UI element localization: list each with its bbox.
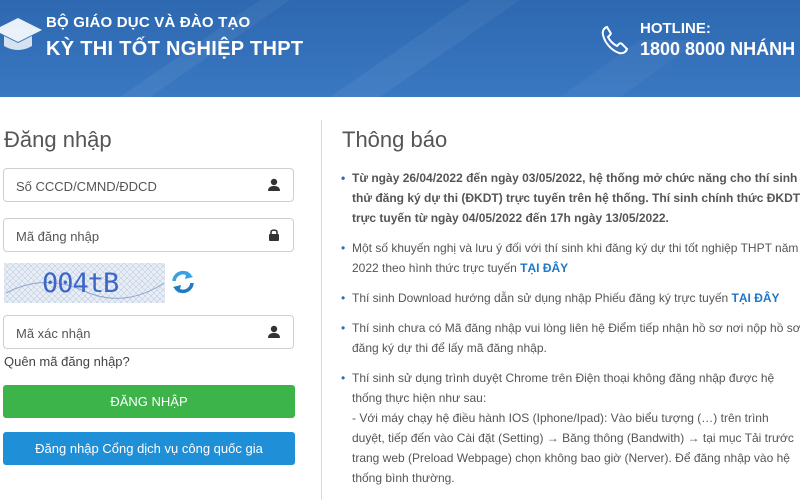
- ministry-name: BỘ GIÁO DỤC VÀ ĐÀO TẠO: [46, 14, 251, 31]
- notice-item: Thí sinh sử dụng trình duyệt Chrome trên…: [338, 368, 800, 488]
- notice-text: Từ ngày 26/04/2022 đến ngày 03/05/2022, …: [352, 171, 800, 225]
- user-icon: [268, 325, 280, 338]
- verification-code-field[interactable]: [3, 315, 294, 350]
- phone-icon: [601, 25, 629, 55]
- captcha-image: 004tB: [4, 263, 165, 303]
- forgot-code-link[interactable]: Quên mã đăng nhập?: [4, 354, 130, 369]
- login-title: Đăng nhập: [4, 127, 112, 152]
- lock-icon: [269, 229, 279, 241]
- hotline-number[interactable]: 1800 8000 NHÁNH: [640, 39, 795, 60]
- id-number-input[interactable]: [14, 169, 258, 203]
- login-code-input[interactable]: [14, 219, 258, 253]
- here-link[interactable]: TẠI ĐÂY: [732, 291, 780, 305]
- notice-subtext: - Với máy chạy hệ điều hành IOS (Iphone/…: [352, 411, 794, 485]
- hotline-label: HOTLINE:: [640, 20, 711, 37]
- notice-text: Thí sinh chưa có Mã đăng nhập vui lòng l…: [352, 321, 800, 355]
- login-panel: Đăng nhập 004tB: [0, 97, 310, 500]
- user-icon: [268, 178, 280, 191]
- verification-code-input[interactable]: [14, 316, 258, 350]
- refresh-captcha-icon[interactable]: [170, 268, 196, 296]
- notice-item: Một số khuyến nghị và lưu ý đối với thí …: [338, 238, 800, 278]
- national-portal-login-button[interactable]: Đăng nhập Cổng dịch vụ công quốc gia: [3, 432, 295, 465]
- graduation-cap-icon: [0, 18, 42, 50]
- header-banner: BỘ GIÁO DỤC VÀ ĐÀO TẠO KỲ THI TỐT NGHIỆP…: [0, 0, 800, 97]
- login-code-field[interactable]: [3, 218, 294, 253]
- captcha-text: 004tB: [42, 268, 119, 299]
- notice-item: Thí sinh Download hướng dẫn sử dụng nhập…: [338, 288, 800, 308]
- notice-item: Thí sinh chưa có Mã đăng nhập vui lòng l…: [338, 318, 800, 358]
- login-button[interactable]: ĐĂNG NHẬP: [3, 385, 295, 418]
- notice-list: Từ ngày 26/04/2022 đến ngày 03/05/2022, …: [338, 168, 800, 498]
- notice-item: Từ ngày 26/04/2022 đến ngày 03/05/2022, …: [338, 168, 800, 228]
- notice-text: Thí sinh Download hướng dẫn sử dụng nhập…: [352, 291, 732, 305]
- notice-panel: Thông báo Từ ngày 26/04/2022 đến ngày 03…: [322, 97, 800, 500]
- notice-title: Thông báo: [342, 127, 448, 152]
- page-title: KỲ THI TỐT NGHIỆP THPT: [46, 38, 304, 60]
- notice-text: Một số khuyến nghị và lưu ý đối với thí …: [352, 241, 799, 275]
- here-link[interactable]: TẠI ĐÂY: [520, 261, 568, 275]
- notice-text: Thí sinh sử dụng trình duyệt Chrome trên…: [352, 371, 775, 405]
- id-number-field[interactable]: [3, 168, 294, 203]
